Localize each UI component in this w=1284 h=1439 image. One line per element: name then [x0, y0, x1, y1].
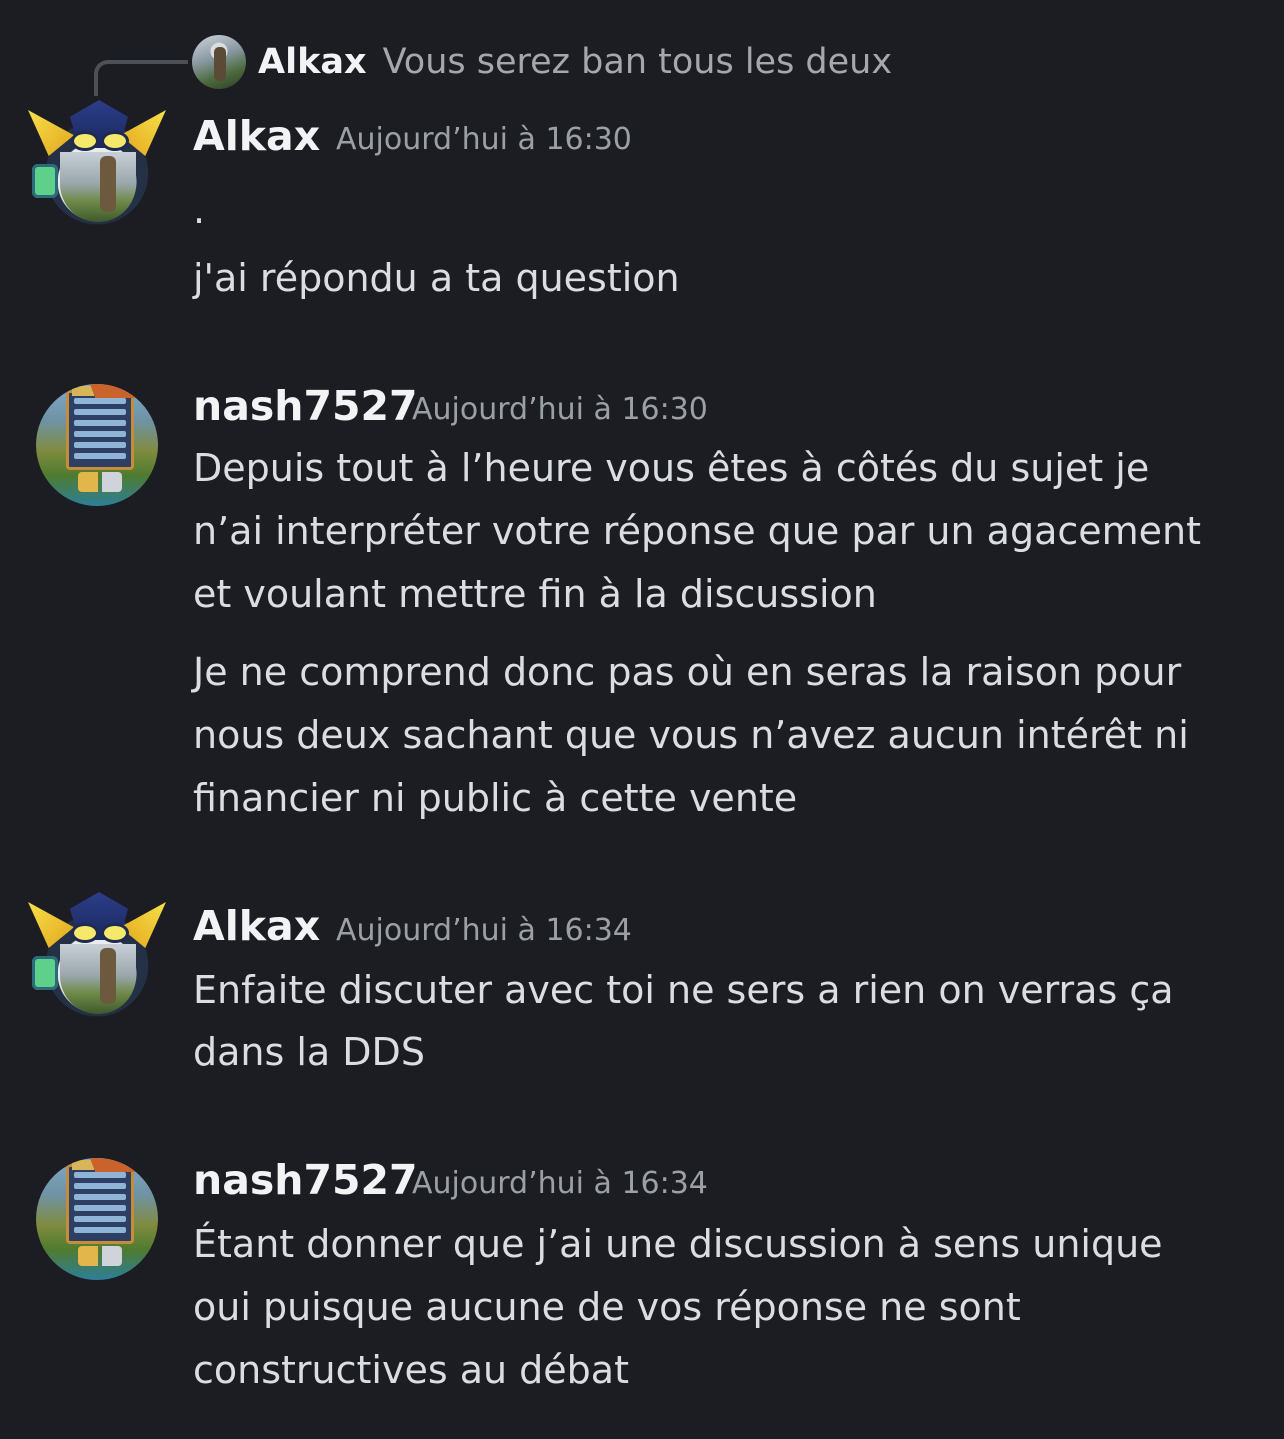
soldier-icon	[100, 156, 116, 212]
avatar[interactable]	[28, 892, 158, 1020]
owl-eye-left-icon	[74, 134, 96, 148]
tag-icon	[72, 1160, 94, 1170]
banner-icon	[90, 384, 142, 398]
message-text: Enfaite discuter avec toi ne sers a rien…	[193, 968, 1174, 1012]
message-text: financier ni public à cette vente	[193, 776, 798, 820]
message-text: nous deux sachant que vous n’avez aucun …	[193, 713, 1189, 757]
reply-avatar[interactable]	[192, 35, 246, 89]
banner-icon	[90, 1158, 142, 1172]
soldier-icon	[100, 948, 116, 1004]
game-items-icon	[78, 472, 122, 492]
game-board-icon	[66, 1164, 134, 1244]
owl-eye-right-icon	[104, 926, 126, 940]
message-text: .	[193, 188, 206, 232]
avatar-scene	[60, 944, 136, 1014]
reply-author[interactable]: Alkax	[258, 42, 367, 82]
message-text: n’ai interpréter votre réponse que par u…	[193, 509, 1202, 553]
message-text: dans la DDS	[193, 1030, 425, 1074]
reply-preview-text[interactable]: Vous serez ban tous les deux	[383, 42, 893, 82]
message-text: Étant donner que j’ai une discussion à s…	[193, 1222, 1163, 1266]
game-items-icon	[78, 1246, 122, 1266]
avatar[interactable]	[36, 1158, 158, 1280]
message-text: et voulant mettre fin à la discussion	[193, 572, 877, 616]
message-text: constructives au débat	[193, 1348, 629, 1392]
message-author[interactable]: Alkax	[193, 112, 320, 160]
reply-reference[interactable]: Alkax Vous serez ban tous les deux	[192, 34, 892, 90]
message-timestamp: Aujourd’hui à 16:30	[336, 122, 632, 157]
owl-eye-left-icon	[74, 926, 96, 940]
chat-log: Alkax Vous serez ban tous les deux Alkax…	[0, 0, 1284, 1439]
tag-icon	[72, 386, 94, 396]
owl-wing-left-icon	[28, 110, 74, 156]
message-text: oui puisque aucune de vos réponse ne son…	[193, 1285, 1021, 1329]
message-author[interactable]: nash7527	[193, 1156, 418, 1204]
game-board-icon	[66, 390, 134, 470]
message-timestamp: Aujourd’hui à 16:34	[412, 1166, 708, 1201]
message-author[interactable]: Alkax	[193, 902, 320, 950]
owl-wing-left-icon	[28, 902, 74, 948]
potion-icon	[32, 956, 58, 990]
potion-icon	[32, 164, 58, 198]
message-timestamp: Aujourd’hui à 16:34	[336, 913, 632, 948]
avatar[interactable]	[36, 384, 158, 506]
avatar[interactable]	[28, 100, 158, 228]
owl-eye-right-icon	[104, 134, 126, 148]
message-text: Depuis tout à l’heure vous êtes à côtés …	[193, 446, 1150, 490]
message-text: j'ai répondu a ta question	[193, 256, 680, 300]
message-timestamp: Aujourd’hui à 16:30	[412, 392, 708, 427]
message-author[interactable]: nash7527	[193, 382, 418, 430]
avatar-scene	[60, 152, 136, 222]
message-text: Je ne comprend donc pas où en seras la r…	[193, 650, 1182, 694]
reply-spine	[94, 60, 188, 96]
